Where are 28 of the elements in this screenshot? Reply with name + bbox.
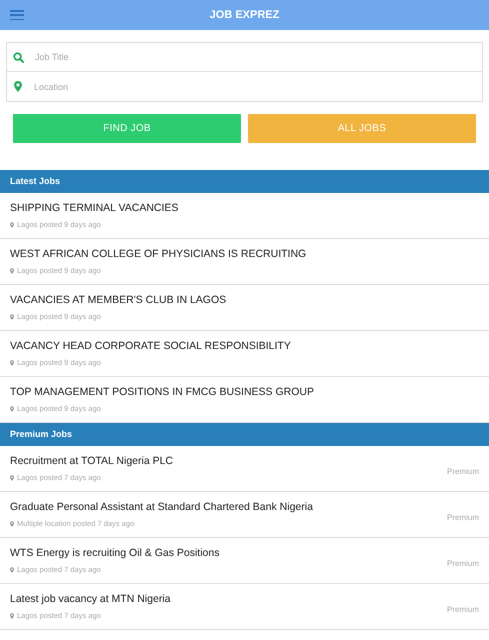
search-icon (13, 52, 24, 62)
app-title: JOB EXPREZ (210, 8, 280, 23)
job-title: Recruitment at TOTAL Nigeria PLC (10, 454, 174, 468)
location-pin-icon (10, 566, 14, 573)
job-title: SHIPPING TERMINAL VACANCIES (10, 200, 180, 216)
premium-label: Premium (446, 466, 479, 478)
premium-label: Premium (446, 558, 479, 570)
menu-icon[interactable] (10, 10, 24, 20)
location-pin-icon (14, 81, 22, 92)
job-title: VACANCY HEAD CORPORATE SOCIAL RESPONSIBILITY (10, 338, 292, 354)
section-header: Premium Jobs (0, 423, 489, 446)
section-header: Latest Jobs (0, 170, 489, 193)
location-pin-icon (10, 222, 14, 228)
location-pin-icon (10, 314, 14, 320)
job-title: WEST AFRICAN COLLEGE OF PHYSICIANS IS RECRUITING (10, 246, 308, 262)
job-title: Graduate Personal Assistant at Standard Chartered Bank Nigeria (10, 500, 314, 514)
location-pin-icon (10, 360, 14, 366)
location-pin-icon (10, 612, 14, 619)
location-pin-icon (10, 520, 14, 527)
job-title: Latest job vacancy at MTN Nigeria (10, 592, 172, 606)
location-pin-icon (10, 474, 14, 481)
premium-label: Premium (446, 512, 479, 524)
job-title: WTS Energy is recruiting Oil & Gas Positions (10, 546, 220, 560)
premium-label: Premium (446, 604, 479, 616)
location-pin-icon (10, 406, 14, 412)
job-title: VACANCIES AT MEMBER'S CLUB IN LAGOS (10, 292, 228, 308)
job-title: TOP MANAGEMENT POSITIONS IN FMCG BUSINESS GROUP (10, 384, 315, 400)
location-pin-icon (10, 268, 14, 274)
